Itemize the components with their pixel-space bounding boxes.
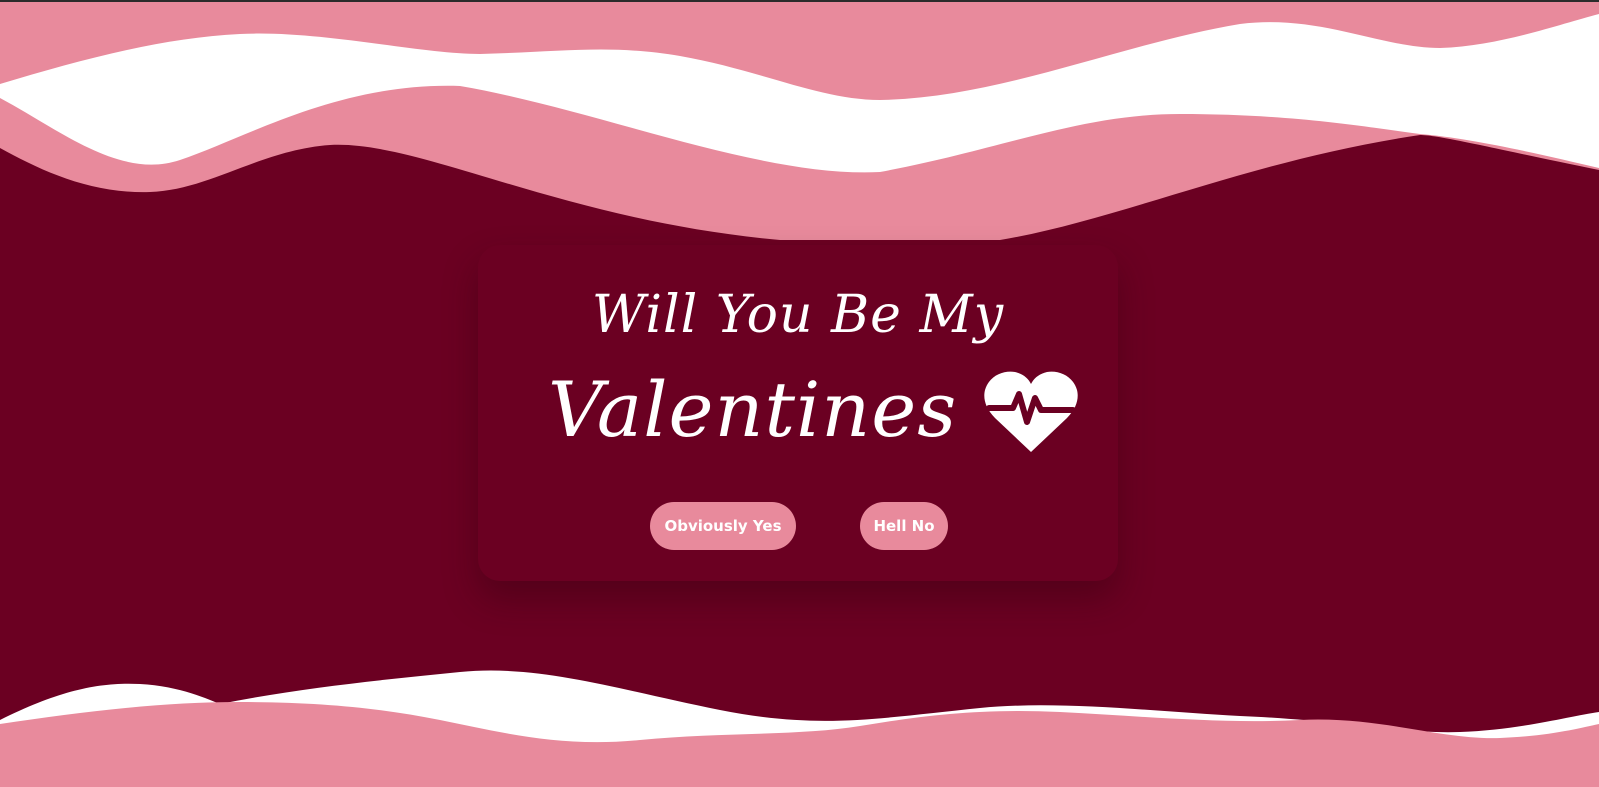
bottom-wave-pink <box>0 702 1599 787</box>
obviously-yes-button[interactable]: Obviously Yes <box>650 502 796 550</box>
valentine-card: Will You Be My Valentines Obviously Yes … <box>478 245 1118 581</box>
answer-buttons: Obviously Yes Hell No <box>478 502 1118 550</box>
heading-line-1: Will You Be My <box>591 285 1005 345</box>
heart-pulse-icon <box>984 371 1078 452</box>
heading-line-2: Valentines <box>548 365 958 454</box>
top-border <box>0 0 1599 2</box>
valentine-page: Will You Be My Valentines Obviously Yes … <box>0 0 1599 787</box>
heading-line-2-row: Valentines <box>548 365 1079 455</box>
hell-no-button[interactable]: Hell No <box>860 502 948 550</box>
